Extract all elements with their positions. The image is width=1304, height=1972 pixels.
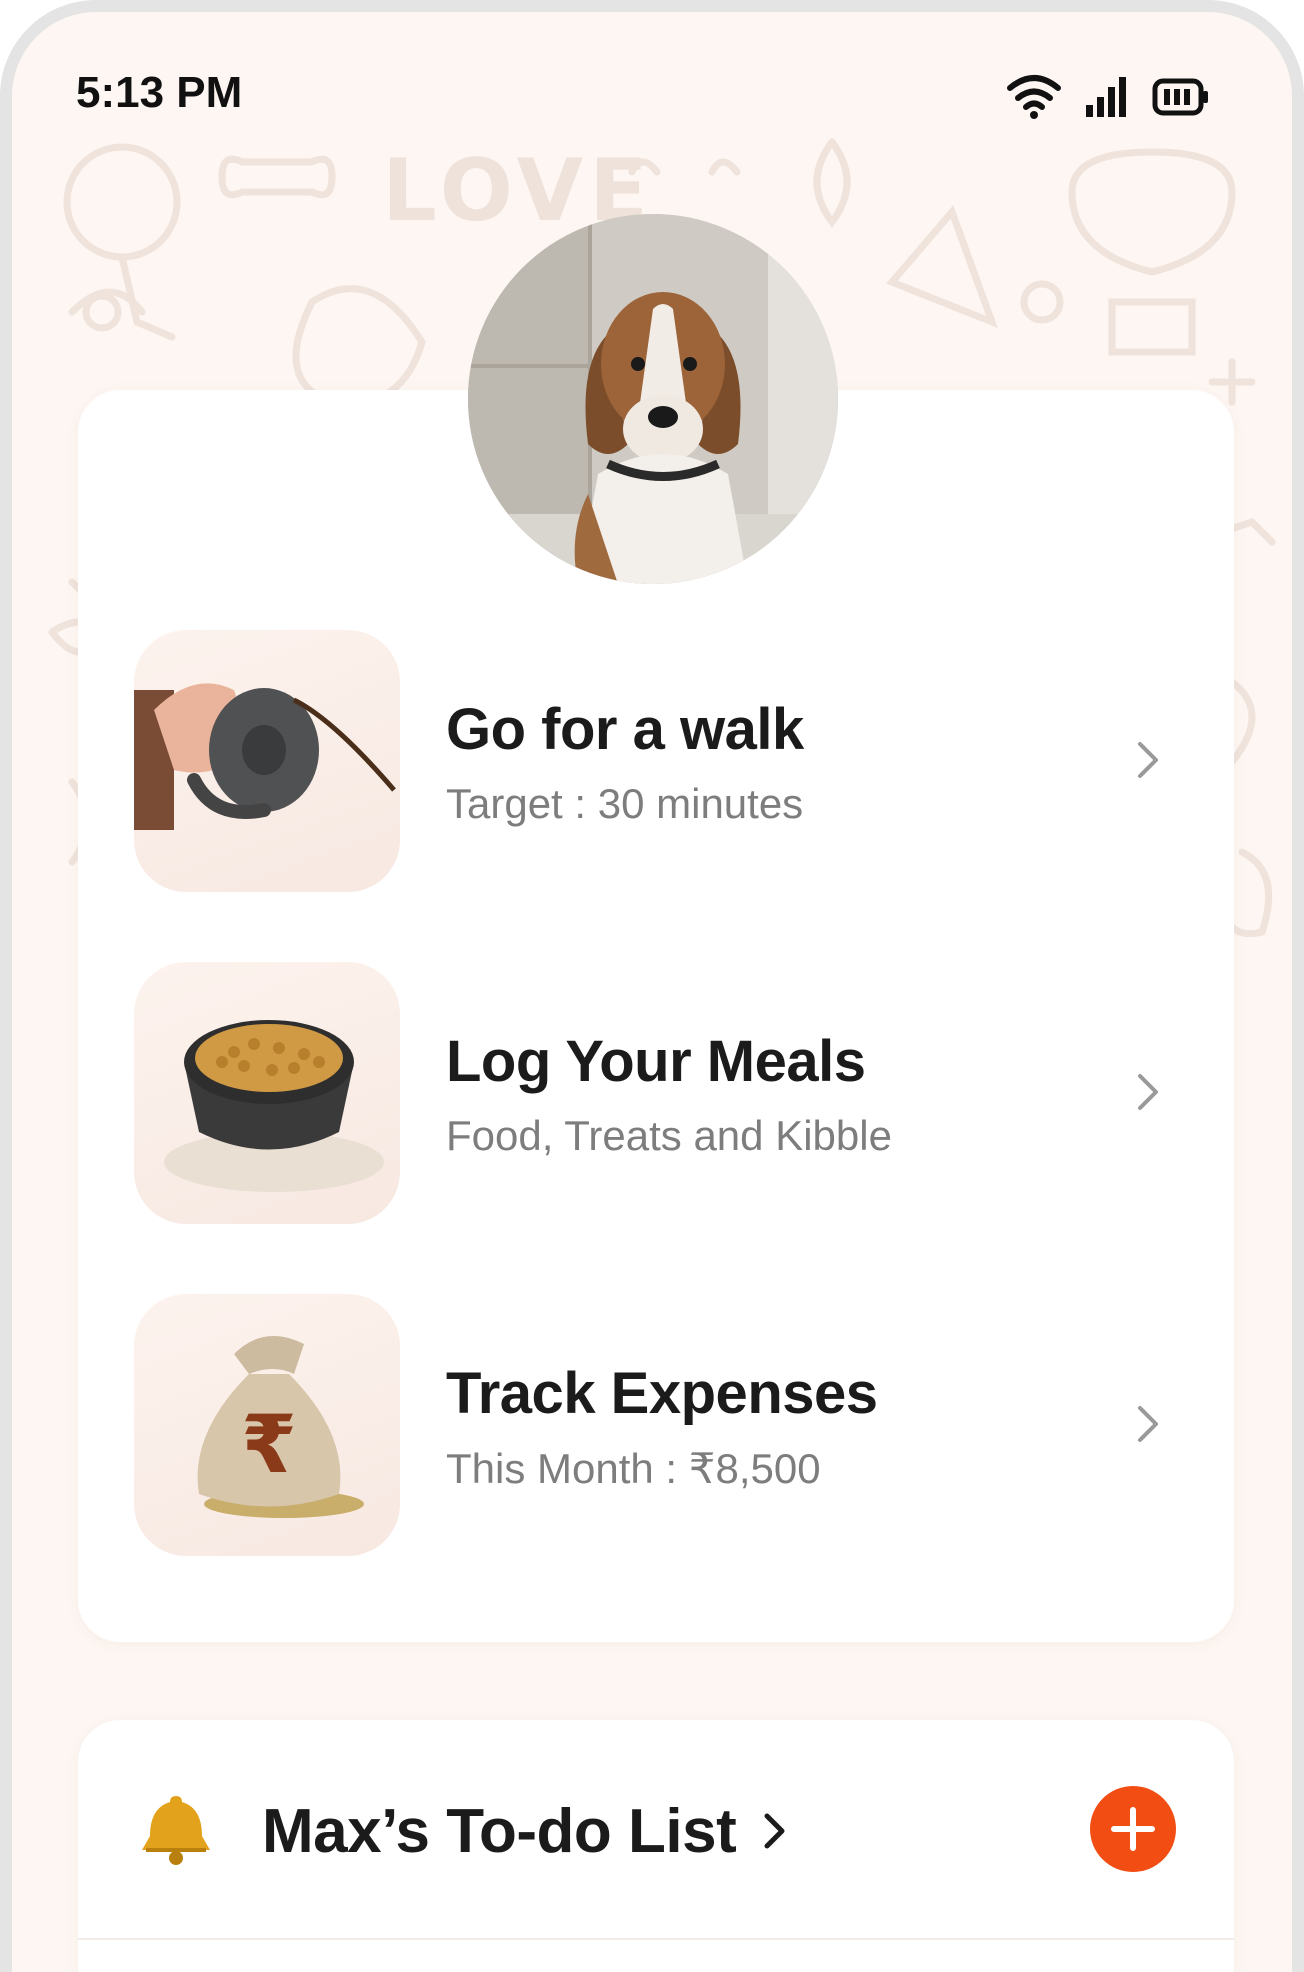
battery-icon xyxy=(1152,78,1208,116)
chevron-right-icon xyxy=(764,1813,785,1849)
activity-row-meals[interactable]: Log Your Meals Food, Treats and Kibble xyxy=(134,962,1178,1224)
leash-illustration xyxy=(134,683,396,830)
phone-screen: LOVE 5:13 PM Go for a walk Target: 30 m… xyxy=(0,0,1304,1972)
plus-icon xyxy=(1111,1807,1155,1851)
pet-avatar[interactable] xyxy=(468,214,838,584)
activity-row-walk[interactable]: Go for a walk Target : 30 minutes xyxy=(134,630,1178,892)
status-bar: 5:13 PM xyxy=(12,12,1292,182)
todo-card: Max’s To-do List xyxy=(78,1720,1234,1972)
chevron-right-icon xyxy=(1138,742,1158,778)
activity-subtitle: Target : 30 minutes xyxy=(446,780,804,827)
food-bowl-image xyxy=(134,962,400,1224)
money-bag-illustration: ₹ xyxy=(197,1336,364,1518)
leash-image xyxy=(134,630,400,892)
add-todo-button[interactable] xyxy=(1090,1786,1176,1872)
money-bag-image: ₹ xyxy=(134,1294,400,1556)
activity-row-expenses[interactable]: ₹ Track Expenses This Month : ₹8,500 xyxy=(134,1294,1178,1556)
svg-text:₹: ₹ xyxy=(241,1398,297,1491)
divider xyxy=(78,1938,1234,1940)
food-bowl-illustration xyxy=(164,1020,384,1192)
todo-title: Max’s To-do List xyxy=(262,1797,737,1866)
activity-title: Go for a walk xyxy=(446,697,804,762)
activity-title: Track Expenses xyxy=(446,1361,878,1426)
signal-icon xyxy=(1086,77,1126,117)
status-icons xyxy=(1006,74,1210,120)
dog-avatar xyxy=(468,214,838,584)
bell-icon xyxy=(142,1796,210,1865)
status-time: 5:13 PM xyxy=(76,68,243,117)
chevron-right-icon xyxy=(1138,1406,1158,1442)
chevron-right-icon xyxy=(1138,1074,1158,1110)
activity-subtitle: This Month : ₹8,500 xyxy=(446,1445,821,1492)
activity-subtitle: Food, Treats and Kibble xyxy=(446,1112,892,1159)
todo-header[interactable]: Max’s To-do List xyxy=(78,1720,1234,1938)
activity-title: Log Your Meals xyxy=(446,1029,866,1094)
wifi-icon xyxy=(1007,75,1061,119)
